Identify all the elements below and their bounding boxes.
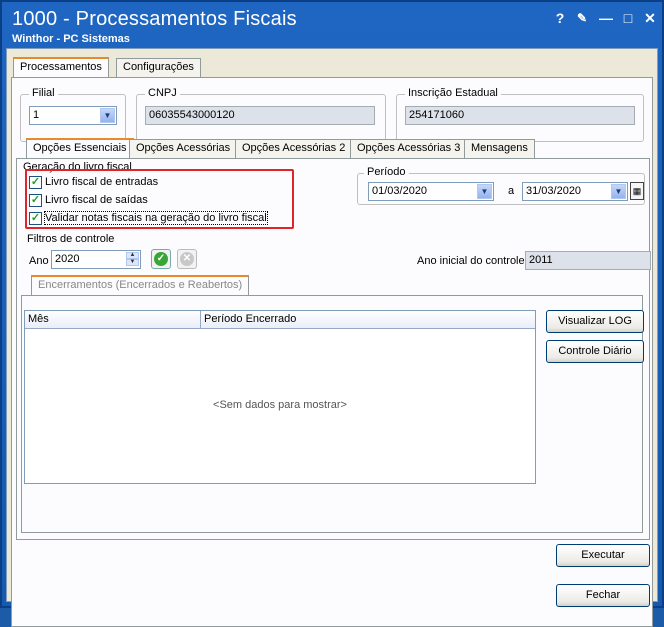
column-mes[interactable]: Mês [25,311,201,328]
ano-value: 2020 [55,253,80,265]
ano-inicial-field[interactable]: 2011 [525,251,651,270]
visualizar-log-button[interactable]: Visualizar LOG [546,310,644,333]
client-area: Processamentos Configurações Filial 1 ▼ … [6,48,658,627]
ano-label: Ano [29,255,49,267]
cnpj-group: CNPJ 06035543000120 [136,87,386,142]
cnpj-label: CNPJ [145,87,180,99]
title-bar[interactable]: 1000 - Processamentos Fiscais Winthor - … [2,2,662,48]
chevron-down-icon[interactable]: ▼ [100,108,115,123]
encerramentos-grid[interactable]: Mês Período Encerrado <Sem dados para mo… [24,310,536,484]
grid-empty-text: <Sem dados para mostrar> [213,399,347,411]
cancel-button[interactable]: ✕ [177,249,197,269]
fechar-button[interactable]: Fechar [556,584,650,607]
calendar-icon[interactable]: ▦ [630,182,644,200]
close-icon[interactable]: ✕ [642,10,658,26]
chevron-down-icon[interactable]: ▼ [611,184,626,199]
highlight-box [25,169,294,229]
column-periodo-encerrado[interactable]: Período Encerrado [201,311,501,328]
minimize-icon[interactable]: — [598,10,614,26]
executar-button[interactable]: Executar [556,544,650,567]
processamentos-panel: Filial 1 ▼ CNPJ 06035543000120 Inscrição… [11,77,653,627]
tab-opcoes-acessorias-3[interactable]: Opções Acessórias 3 [350,139,468,158]
cnpj-field[interactable]: 06035543000120 [145,106,375,125]
periodo-group: Período 01/03/2020 ▼ a 31/03/2020 ▼ ▦ [357,166,645,205]
spinner-arrows[interactable]: ▲ ▼ [126,252,139,267]
spin-down-icon[interactable]: ▼ [126,259,139,266]
tab-encerramentos[interactable]: Encerramentos (Encerrados e Reabertos) [31,275,250,296]
periodo-start-value: 01/03/2020 [372,185,428,197]
tab-opcoes-essenciais[interactable]: Opções Essenciais [26,138,134,159]
tab-opcoes-acessorias[interactable]: Opções Acessórias [129,139,238,158]
filial-group: Filial 1 ▼ [20,87,126,142]
grid-header: Mês Período Encerrado [25,311,535,329]
filial-label: Filial [29,87,58,99]
ie-field[interactable]: 254171060 [405,106,635,125]
periodo-start-field[interactable]: 01/03/2020 ▼ [368,182,494,201]
window-title: 1000 - Processamentos Fiscais [12,8,297,30]
periodo-label: Período [364,166,409,178]
encerramentos-panel: Mês Período Encerrado <Sem dados para mo… [21,295,644,533]
tab-configuracoes[interactable]: Configurações [116,58,201,77]
tab-processamentos[interactable]: Processamentos [13,57,109,78]
confirm-button[interactable]: ✓ [151,249,171,269]
spin-up-icon[interactable]: ▲ [126,252,139,259]
tab-opcoes-acessorias-2[interactable]: Opções Acessórias 2 [235,139,353,158]
periodo-end-value: 31/03/2020 [526,185,582,197]
periodo-separator: a [508,185,515,197]
controle-diario-button[interactable]: Controle Diário [546,340,644,363]
edit-icon[interactable]: ✎ [574,10,590,26]
app-window: 1000 - Processamentos Fiscais Winthor - … [0,0,664,627]
chevron-down-icon[interactable]: ▼ [477,184,492,199]
periodo-end-field[interactable]: 31/03/2020 ▼ [522,182,628,201]
maximize-icon[interactable]: □ [620,10,636,26]
ie-label: Inscrição Estadual [405,87,501,99]
filial-value: 1 [33,109,40,121]
window-subtitle: Winthor - PC Sistemas [12,33,130,45]
opcoes-essenciais-panel: Geração do livro fiscal ✓ Livro fiscal d… [16,158,651,540]
ano-spinner[interactable]: 2020 ▲ ▼ [51,250,141,269]
help-icon[interactable]: ? [552,10,568,26]
check-icon: ✓ [154,252,168,266]
ie-group: Inscrição Estadual 254171060 [396,87,644,142]
tab-mensagens[interactable]: Mensagens [464,139,535,158]
filtros-label: Filtros de controle [27,233,115,245]
filial-select[interactable]: 1 ▼ [29,106,117,125]
ano-inicial-label: Ano inicial do controle [417,255,525,267]
x-icon: ✕ [180,252,194,266]
